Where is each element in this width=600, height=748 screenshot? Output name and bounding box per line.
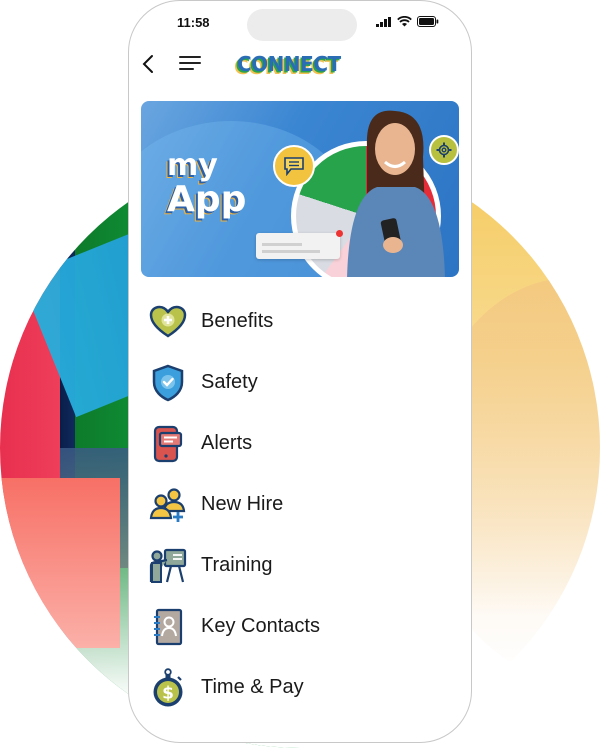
menu-item-training[interactable]: Training [149,535,449,596]
dynamic-island [247,9,357,41]
myapp-logo: my App [167,148,247,220]
notification-card-graphic [256,230,343,259]
heart-plus-icon [149,303,187,341]
battery-icon [417,16,439,27]
connect-logo: CONNECT [237,52,341,76]
presentation-icon [149,547,187,585]
menu-item-alerts[interactable]: Alerts [149,413,449,474]
chat-bubble-icon [273,145,315,187]
menu-item-time-pay[interactable]: $ Time & Pay [149,657,449,718]
wifi-icon [397,16,412,27]
status-time: 11:58 [177,15,210,30]
menu-item-benefits[interactable]: Benefits [149,291,449,352]
phone-alert-icon [149,425,187,463]
myapp-banner[interactable]: my App [141,101,459,277]
chevron-left-icon [142,55,153,73]
users-add-icon [149,486,187,524]
feature-menu: Benefits Safety Alerts New Hire Training [149,291,449,718]
top-nav: CONNECT [129,47,471,81]
menu-item-new-hire[interactable]: New Hire [149,474,449,535]
shield-check-icon [149,364,187,402]
svg-text:$: $ [162,683,174,703]
menu-item-key-contacts[interactable]: Key Contacts [149,596,449,657]
stopwatch-dollar-icon: $ [149,667,187,707]
woman-with-phone-image [347,110,445,277]
status-bar: 11:58 [129,1,471,41]
menu-item-safety[interactable]: Safety [149,352,449,413]
hamburger-menu-button[interactable] [179,52,205,76]
signal-icon [376,16,391,27]
contact-book-icon [149,608,187,646]
phone-frame: 11:58 CONNECT my App Benefits Safety Ale… [128,0,472,743]
back-button[interactable] [133,49,163,79]
